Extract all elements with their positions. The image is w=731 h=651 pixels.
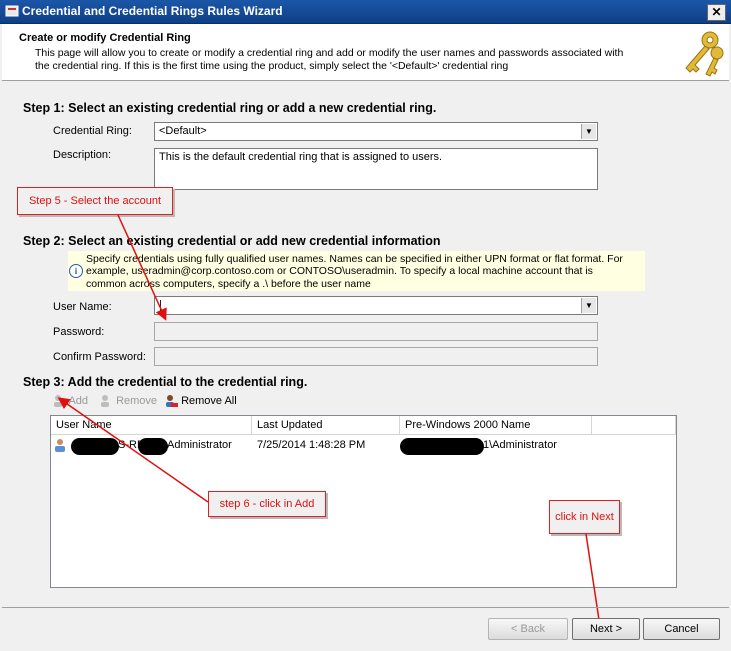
annotation-arrows [57,214,606,636]
footer-separator [2,607,729,608]
next-button[interactable]: Next > [572,618,640,640]
arrow-step6 [57,397,209,503]
arrow-step5 [117,214,167,321]
cancel-button[interactable]: Cancel [643,618,720,640]
back-button[interactable]: < Back [488,618,568,640]
